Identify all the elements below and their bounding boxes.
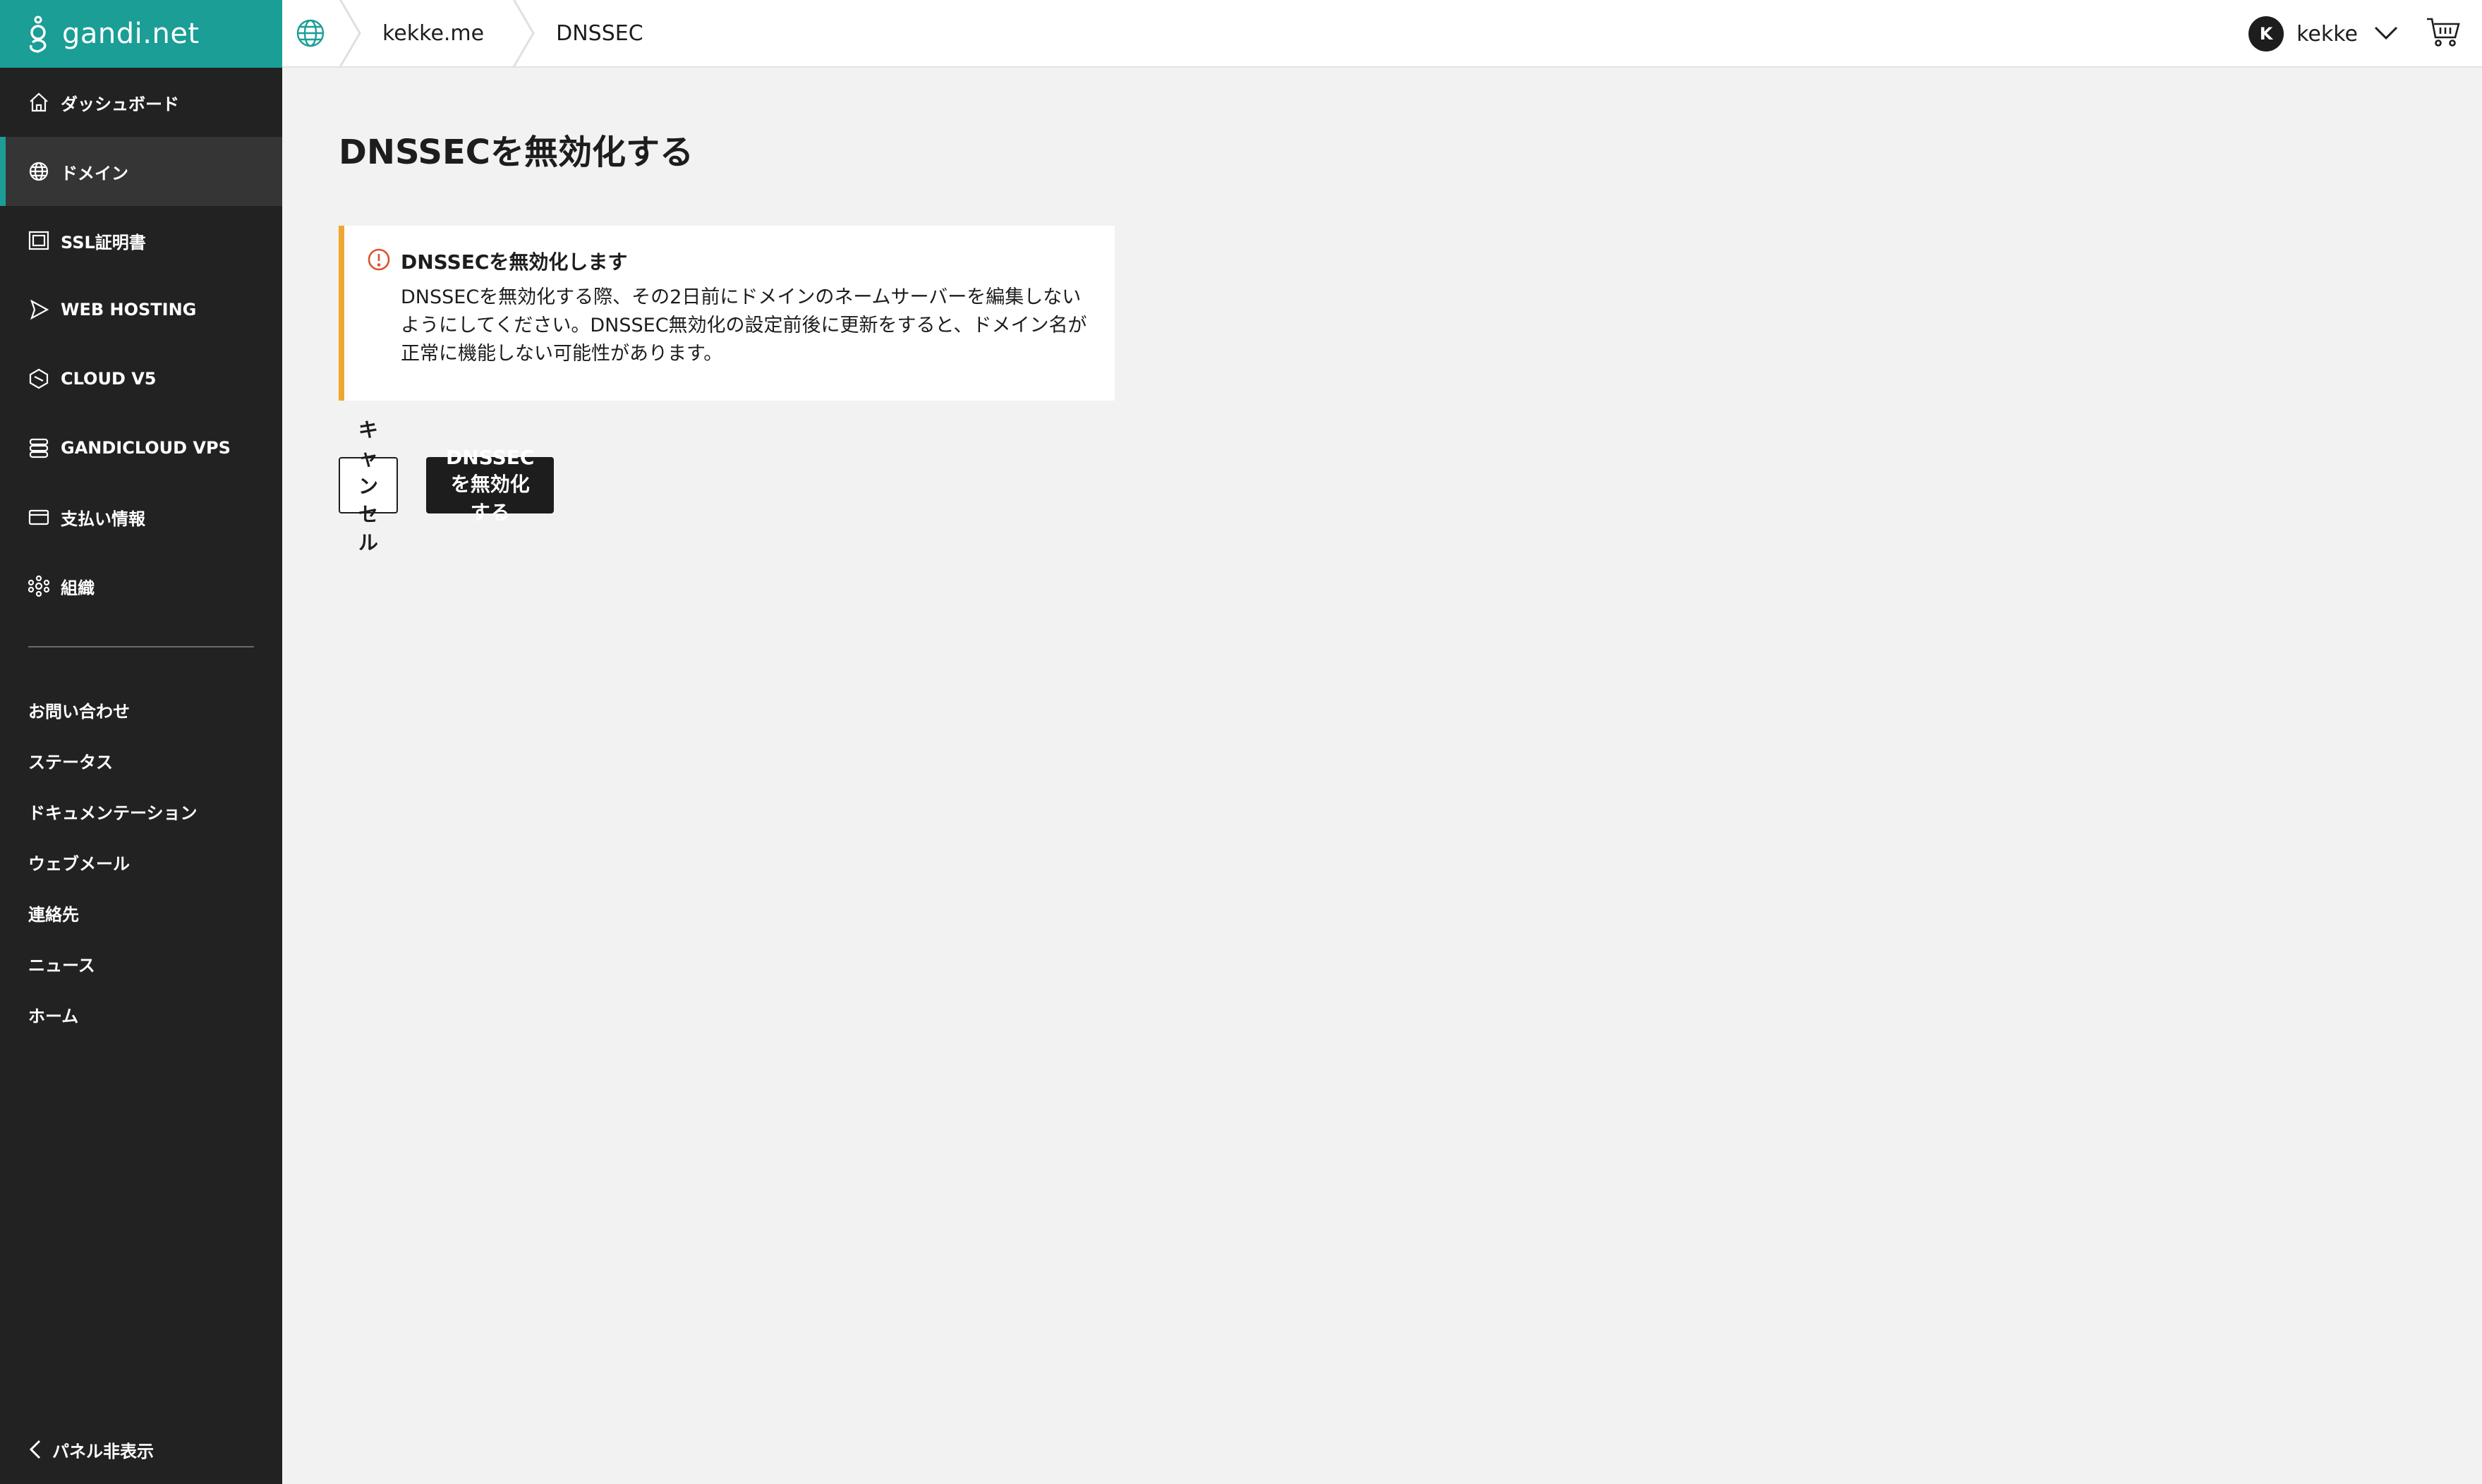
sidebar-item-dashboard[interactable]: ダッシュボード xyxy=(0,68,282,137)
link-documentation[interactable]: ドキュメンテーション xyxy=(0,786,282,837)
sidebar-item-label: 組織 xyxy=(61,578,95,598)
hide-panel-button[interactable]: パネル非表示 xyxy=(0,1415,282,1484)
breadcrumb-separator-icon xyxy=(512,0,536,68)
link-contact[interactable]: お問い合わせ xyxy=(0,684,282,735)
link-status[interactable]: ステータス xyxy=(0,735,282,786)
server-stack-icon xyxy=(27,436,51,460)
page-title: DNSSECを無効化する xyxy=(339,133,694,172)
network-icon xyxy=(27,574,51,598)
disable-dnssec-button[interactable]: DNSSECを無効化する xyxy=(426,446,555,524)
sidebar-item-organization[interactable]: 組織 xyxy=(0,552,282,621)
sidebar-item-label: CLOUD V5 xyxy=(61,369,157,389)
cart-icon[interactable] xyxy=(2399,16,2461,51)
sidebar-item-gandicloud-vps[interactable]: GANDICLOUD VPS xyxy=(0,413,282,482)
sidebar-item-ssl[interactable]: SSL証明書 xyxy=(0,206,282,275)
sidebar-item-web-hosting[interactable]: WEB HOSTING xyxy=(0,275,282,344)
alert-title: DNSSECを無効化します xyxy=(401,250,628,274)
certificate-icon xyxy=(27,229,51,253)
sidebar-item-label: ダッシュボード xyxy=(61,94,179,114)
hexagon-icon xyxy=(27,367,51,391)
user-area: K kekke xyxy=(2248,0,2461,68)
home-icon xyxy=(27,90,51,114)
sidebar-item-label: WEB HOSTING xyxy=(61,300,197,320)
sidebar-item-billing[interactable]: 支払い情報 xyxy=(0,482,282,552)
action-buttons: キャンセル DNSSECを無効化する xyxy=(339,418,555,554)
sidebar-links: お問い合わせ ステータス ドキュメンテーション ウェブメール 連絡先 ニュース … xyxy=(0,684,282,1040)
link-webmail[interactable]: ウェブメール xyxy=(0,837,282,887)
sidebar-item-domains[interactable]: ドメイン xyxy=(0,137,282,206)
cancel-button[interactable]: キャンセル xyxy=(339,418,399,554)
brand-bar[interactable]: gandi.net xyxy=(0,0,282,68)
chevron-left-icon xyxy=(29,1440,41,1459)
sidebar-item-label: 支払い情報 xyxy=(61,509,145,529)
globe-icon xyxy=(27,159,51,183)
alert-message: DNSSECを無効化する際、その2日前にドメインのネームサーバーを編集しないよう… xyxy=(401,286,1087,365)
breadcrumb-separator-icon xyxy=(339,0,363,68)
link-contacts[interactable]: 連絡先 xyxy=(0,887,282,938)
hide-panel-label: パネル非表示 xyxy=(52,1441,154,1461)
brand-name: gandi.net xyxy=(62,18,200,50)
warning-circle-icon xyxy=(367,248,391,274)
link-home[interactable]: ホーム xyxy=(0,989,282,1040)
sidebar-item-cloud-v5[interactable]: CLOUD V5 xyxy=(0,344,282,413)
sidebar-item-label: SSL証明書 xyxy=(61,232,146,253)
sidebar-item-label: ドメイン xyxy=(61,163,128,183)
sidebar: gandi.net ダッシュボード ドメイン SSL証明書 WEB HOSTIN… xyxy=(0,0,282,1484)
credit-card-icon xyxy=(27,505,51,529)
gandi-logo-icon xyxy=(29,16,47,53)
breadcrumb-home[interactable] xyxy=(282,0,339,67)
sidebar-nav: ダッシュボード ドメイン SSL証明書 WEB HOSTING CLOUD V5 xyxy=(0,68,282,621)
breadcrumb-dnssec: DNSSEC xyxy=(556,20,643,46)
warning-alert: DNSSECを無効化します DNSSECを無効化する際、その2日前にドメインのネ… xyxy=(339,226,1115,401)
sidebar-divider xyxy=(28,646,254,647)
chevron-down-icon[interactable] xyxy=(2358,24,2399,44)
alert-header: DNSSECを無効化します xyxy=(367,247,1089,275)
username[interactable]: kekke xyxy=(2296,22,2358,47)
play-icon xyxy=(27,298,51,322)
breadcrumb-domain[interactable]: kekke.me xyxy=(363,21,512,46)
topbar: kekke.me DNSSEC K kekke xyxy=(282,0,2482,68)
avatar[interactable]: K xyxy=(2248,16,2284,51)
sidebar-item-label: GANDICLOUD VPS xyxy=(61,438,231,458)
link-news[interactable]: ニュース xyxy=(0,938,282,989)
globe-icon xyxy=(296,19,325,47)
